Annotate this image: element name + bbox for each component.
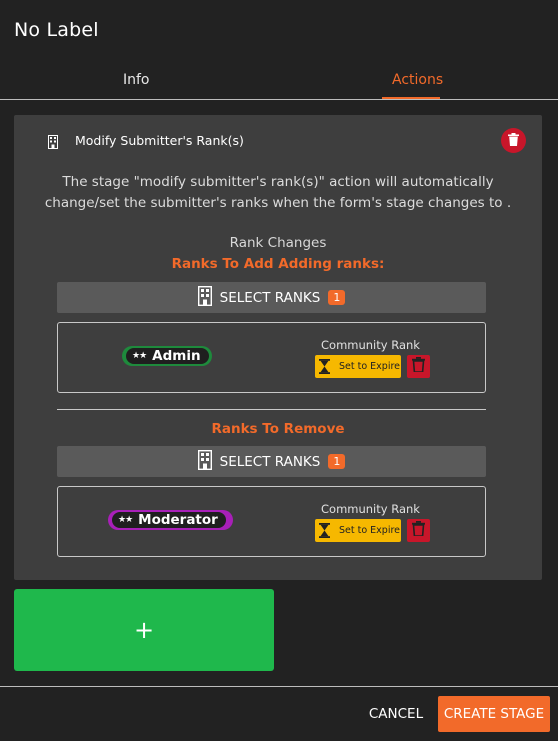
selected-count-badge: 1 — [328, 290, 346, 305]
rank-pill-moderator: ★★ Moderator — [108, 510, 233, 530]
action-description: The stage "modify submitter's rank(s)" a… — [44, 174, 512, 211]
add-action-button[interactable]: + — [14, 589, 274, 671]
select-ranks-remove-button[interactable]: SELECT RANKS 1 — [57, 446, 486, 477]
building-icon — [197, 449, 212, 474]
rank-changes-heading: Rank Changes — [229, 235, 327, 251]
selected-count-badge: 1 — [328, 454, 346, 469]
create-stage-button[interactable]: CREATE STAGE — [438, 696, 550, 732]
delete-action-button[interactable] — [501, 128, 526, 153]
hourglass-icon — [315, 523, 333, 538]
page-title: No Label — [14, 19, 99, 41]
action-title: Modify Submitter's Rank(s) — [75, 133, 244, 148]
remove-rank-button[interactable] — [407, 519, 430, 542]
ranks-to-remove-heading: Ranks To Remove — [211, 421, 345, 437]
rank-item-moderator: ★★ Moderator Community Rank Set to Expir… — [57, 486, 486, 557]
rank-name: Moderator — [138, 512, 218, 528]
section-divider — [57, 409, 486, 410]
tab-info[interactable]: Info — [123, 72, 150, 88]
active-tab-indicator — [382, 97, 440, 99]
select-ranks-label: SELECT RANKS — [219, 453, 321, 470]
rank-pill-admin: ★★ Admin — [122, 346, 212, 366]
star-icon: ★★ — [118, 515, 133, 525]
hourglass-icon — [315, 359, 333, 374]
building-icon — [48, 134, 58, 149]
plus-icon: + — [133, 616, 155, 644]
set-to-expire-label: Set to Expire — [339, 361, 401, 372]
rank-item-admin: ★★ Admin Community Rank Set to Expire — [57, 322, 486, 393]
rank-type-label: Community Rank — [321, 502, 420, 516]
footer-divider — [0, 686, 558, 687]
trash-icon — [412, 521, 425, 540]
rank-type-label: Community Rank — [321, 338, 420, 352]
select-ranks-label: SELECT RANKS — [219, 289, 321, 306]
cancel-button[interactable]: CANCEL — [364, 697, 428, 731]
tab-bar: Info Actions — [0, 62, 558, 100]
remove-rank-button[interactable] — [407, 355, 430, 378]
trash-icon — [508, 131, 519, 150]
rank-name: Admin — [152, 348, 201, 364]
set-to-expire-button[interactable]: Set to Expire — [315, 519, 401, 542]
tab-actions[interactable]: Actions — [392, 72, 443, 88]
trash-icon — [412, 357, 425, 376]
select-ranks-add-button[interactable]: SELECT RANKS 1 — [57, 282, 486, 313]
action-card: Modify Submitter's Rank(s) The stage "mo… — [14, 115, 542, 580]
star-icon: ★★ — [132, 351, 147, 361]
building-icon — [197, 285, 212, 310]
ranks-to-add-heading: Ranks To Add Adding ranks: — [171, 256, 385, 272]
set-to-expire-label: Set to Expire — [339, 525, 401, 536]
set-to-expire-button[interactable]: Set to Expire — [315, 355, 401, 378]
